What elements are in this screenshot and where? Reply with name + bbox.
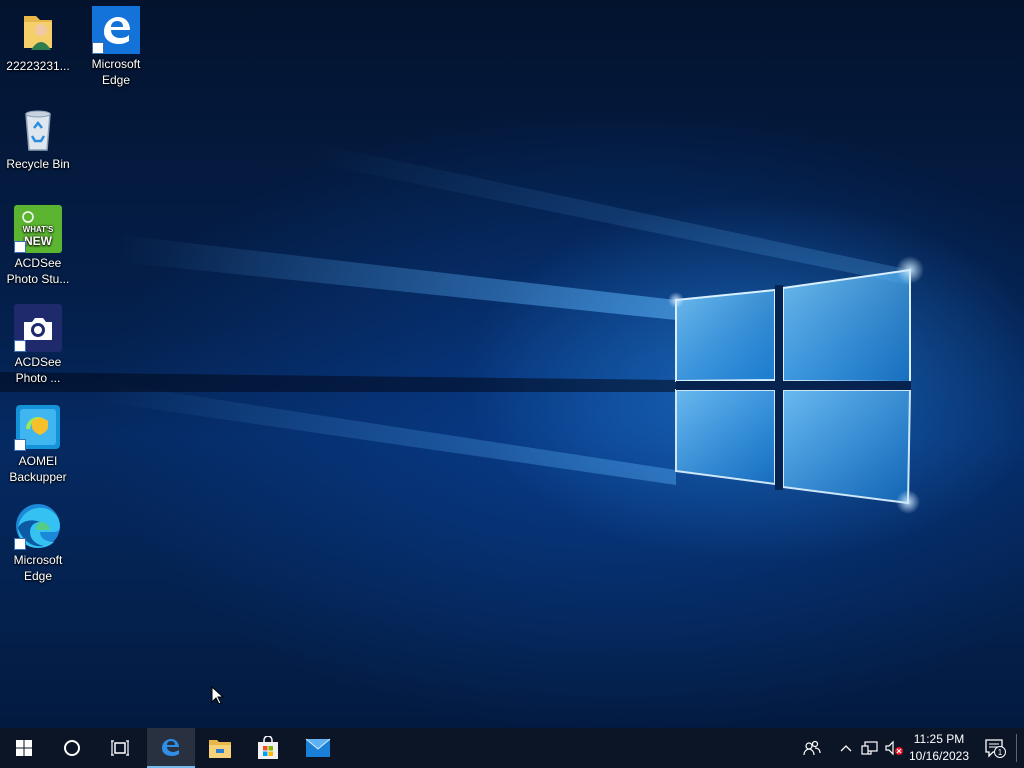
desktop-icon-label: ACDSee Photo Stu... <box>6 256 70 286</box>
desktop-icon-label: Microsoft Edge <box>13 553 63 583</box>
windows-logo-wallpaper <box>0 140 924 514</box>
search-button[interactable] <box>48 728 96 768</box>
network-icon <box>861 741 878 755</box>
badge-text-bottom: NEW <box>24 234 53 248</box>
mouse-cursor-icon <box>211 686 225 705</box>
desktop-icon-label: Recycle Bin <box>6 157 70 171</box>
edge-legacy-icon <box>92 6 140 54</box>
task-view-icon <box>111 740 129 756</box>
action-center-button[interactable]: 1 <box>980 728 1010 768</box>
chevron-up-icon <box>840 745 852 752</box>
desktop-icon-acdsee-photo[interactable]: ACDSee Photo ... <box>0 304 76 386</box>
edge-legacy-icon <box>162 739 179 756</box>
taskbar-mail-button[interactable] <box>294 728 342 768</box>
user-folder-icon <box>14 8 62 56</box>
acdsee-whats-new-icon: WHAT'S NEW <box>14 205 62 253</box>
taskbar-microsoft-store-button[interactable] <box>244 728 292 768</box>
desktop-icon-user-folder[interactable]: 22223231... <box>0 8 76 74</box>
shortcut-arrow-icon <box>92 42 104 54</box>
notification-count: 1 <box>998 748 1003 757</box>
notification-icon: 1 <box>985 739 1006 758</box>
shortcut-arrow-icon <box>14 340 26 352</box>
file-explorer-icon <box>209 740 231 758</box>
desktop-icon-microsoft-edge[interactable]: Microsoft Edge <box>0 502 76 584</box>
desktop-icon-label: 22223231... <box>6 59 70 73</box>
show-hidden-icons-button[interactable] <box>836 728 856 768</box>
shortcut-arrow-icon <box>14 439 26 451</box>
cortana-circle-icon <box>64 740 80 756</box>
desktop-icon-microsoft-edge-legacy[interactable]: Microsoft Edge <box>78 6 154 88</box>
desktop-icon-label: ACDSee Photo ... <box>14 355 62 385</box>
edge-chromium-icon <box>14 502 62 550</box>
clock-time: 11:25 PM <box>913 732 965 746</box>
network-button[interactable] <box>859 728 881 768</box>
taskbar: 11:25 PM 10/16/2023 1 <box>0 728 1024 768</box>
show-desktop-button[interactable] <box>1016 734 1024 762</box>
shortcut-arrow-icon <box>14 241 26 253</box>
mail-icon <box>305 738 331 757</box>
aomei-backupper-icon <box>14 403 62 451</box>
windows-start-icon <box>16 740 32 756</box>
desktop-icon-aomei-backupper[interactable]: AOMEI Backupper <box>0 403 76 485</box>
clock[interactable]: 11:25 PM 10/16/2023 <box>904 731 974 765</box>
desktop-icon-recycle-bin[interactable]: Recycle Bin <box>0 106 76 172</box>
start-button[interactable] <box>0 728 48 768</box>
desktop-icon-label: AOMEI Backupper <box>9 454 67 484</box>
desktop[interactable]: 22223231... Microsoft Edge Recycle Bin W… <box>0 0 1024 728</box>
people-icon <box>803 740 821 756</box>
task-view-button[interactable] <box>96 728 144 768</box>
volume-muted-icon <box>885 740 903 756</box>
people-button[interactable] <box>800 728 824 768</box>
desktop-icon-acdsee-photo-studio[interactable]: WHAT'S NEW ACDSee Photo Stu... <box>0 205 76 287</box>
taskbar-file-explorer-button[interactable] <box>196 728 244 768</box>
clock-date: 10/16/2023 <box>908 749 970 763</box>
desktop-icon-label: Microsoft Edge <box>91 57 141 87</box>
taskbar-edge-button[interactable] <box>147 728 195 768</box>
recycle-bin-icon <box>14 106 62 154</box>
badge-text-top: WHAT'S <box>23 225 54 234</box>
acdsee-camera-icon <box>14 304 62 352</box>
shortcut-arrow-icon <box>14 538 26 550</box>
microsoft-store-icon <box>258 736 278 759</box>
volume-button[interactable] <box>883 728 905 768</box>
